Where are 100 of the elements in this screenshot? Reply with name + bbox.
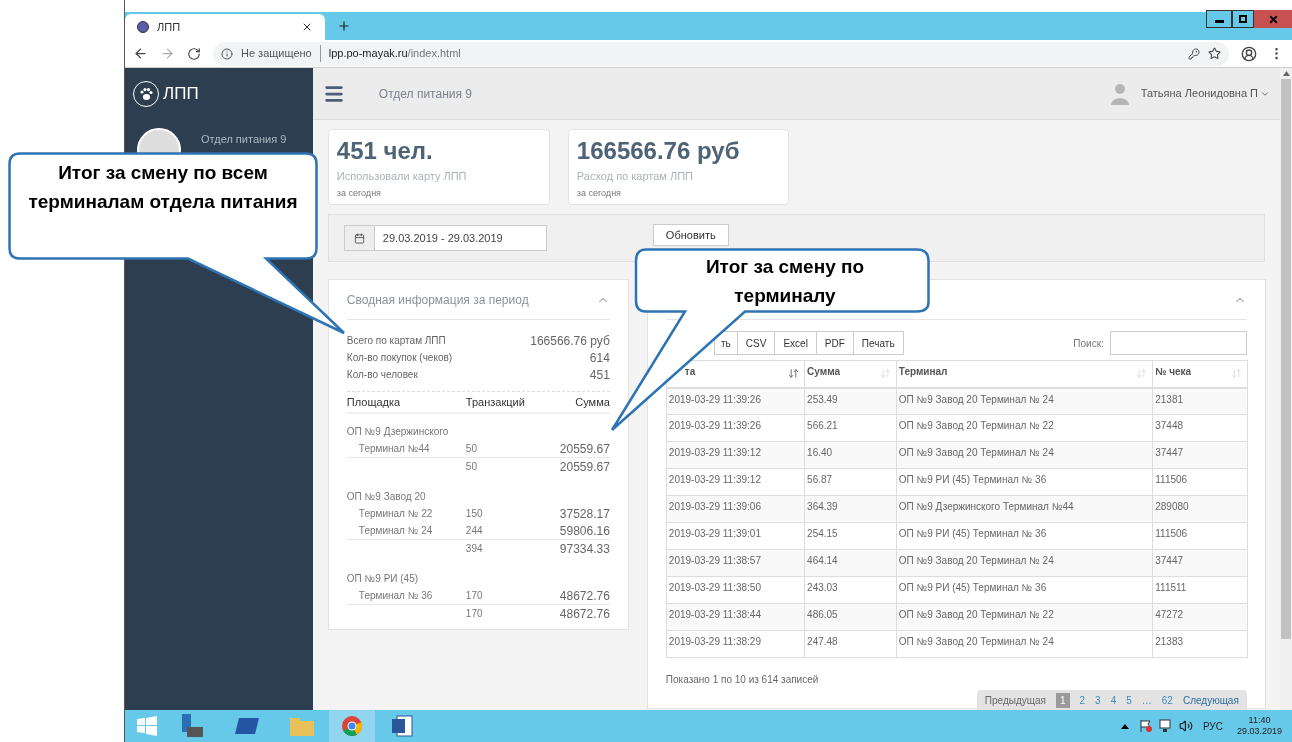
callout-text: Итог за смену по всем терминалам отдела питания (27, 161, 299, 214)
user-menu[interactable]: Татьяна Леонидовна П (1140, 85, 1270, 102)
table-cell: 111506 (1152, 522, 1248, 550)
profile-name: Отдел питания 9 (201, 132, 287, 147)
document-icon[interactable] (391, 715, 413, 737)
terminal-name: Терминал № 22 (357, 507, 434, 521)
table-cell: 37448 (1152, 414, 1248, 442)
reload-icon[interactable] (187, 46, 201, 61)
table-cell: 111506 (1152, 468, 1248, 496)
terminal-name: Терминал № 36 (357, 589, 434, 603)
group-count: 50 (465, 460, 478, 474)
flag-icon[interactable] (1138, 719, 1153, 733)
stat-value: 451 чел. (336, 136, 434, 166)
security-label: Не защищено (241, 45, 321, 62)
table-cell: 2019-03-29 11:39:12 (666, 441, 805, 469)
table-cell: 253.49 (804, 387, 897, 415)
close-icon (1267, 13, 1279, 25)
new-tab-icon[interactable] (337, 19, 351, 33)
export-button[interactable]: Печать (852, 331, 904, 355)
url-text: lpp.po-mayak.ru/index.html (328, 46, 461, 62)
table-cell: 486.05 (804, 603, 897, 631)
export-button[interactable]: PDF (815, 331, 854, 355)
total-label: Всего по картам ЛПП (346, 334, 446, 348)
transaction-count: 170 (465, 589, 484, 603)
group-sum: 48672.76 (558, 605, 610, 623)
search-label: Поиск: (1073, 336, 1104, 351)
tray-arrow-icon[interactable] (1120, 723, 1129, 729)
table-cell: 2019-03-29 11:39:06 (666, 495, 805, 523)
table-cell: 2019-03-29 11:39:26 (666, 414, 805, 442)
chrome-icon[interactable] (341, 715, 363, 737)
column-header[interactable]: Сумма (804, 360, 897, 388)
table-cell: ОП №9 Завод 20 Терминал № 24 (896, 387, 1153, 415)
info-icon (221, 47, 233, 60)
table-cell: 56.87 (804, 468, 897, 496)
refresh-button[interactable]: Обновить (652, 224, 729, 246)
clock[interactable]: 11:40 29.03.2019 (1236, 715, 1282, 737)
table-cell: ОП №9 Завод 20 Терминал № 24 (896, 549, 1153, 577)
column-header: Площадка (346, 394, 402, 410)
scroll-up-icon[interactable] (1282, 71, 1290, 76)
total-value: 451 (589, 366, 610, 384)
total-label: Кол-во покупок (чеков) (346, 351, 453, 365)
table-cell: 364.39 (804, 495, 897, 523)
previous-page-link[interactable]: Предыдущая (984, 692, 1046, 708)
table-cell: 16.40 (804, 441, 897, 469)
table-cell: 247.48 (804, 630, 897, 658)
column-header: Транзакций (465, 394, 526, 410)
total-value: 614 (589, 349, 610, 367)
column-header[interactable]: Терминал (896, 360, 1153, 388)
volume-icon[interactable] (1178, 719, 1193, 733)
transaction-count: 244 (465, 524, 484, 538)
group-count: 170 (465, 607, 484, 621)
group-sum: 97334.33 (558, 540, 610, 558)
star-icon[interactable] (1208, 47, 1221, 60)
export-button[interactable]: Excel (774, 331, 817, 355)
terminal-sum: 37528.17 (558, 505, 610, 523)
table-cell: ОП №9 РИ (45) Терминал № 36 (896, 468, 1153, 496)
export-button[interactable]: CSV (736, 331, 776, 355)
date-range-field[interactable]: 29.03.2019 - 29.03.2019 (343, 225, 547, 251)
close-window-button[interactable] (1254, 10, 1292, 28)
terminal-name: Терминал №44 (357, 442, 431, 456)
terminal-sum: 48672.76 (558, 587, 610, 605)
language-indicator[interactable]: РУС (1202, 718, 1223, 734)
address-field[interactable]: Не защищено lpp.po-mayak.ru/index.html (213, 41, 1229, 66)
next-page-link[interactable]: Следующая (1182, 692, 1239, 708)
table-cell: 21381 (1152, 387, 1248, 415)
stat-value: 166566.76 руб (576, 136, 741, 166)
restore-button[interactable] (1232, 10, 1254, 28)
table-cell: 37447 (1152, 441, 1248, 469)
transaction-count: 50 (465, 442, 478, 456)
scrollbar[interactable] (1280, 68, 1292, 710)
table-info: Показано 1 по 10 из 614 записей (665, 673, 820, 687)
account-icon[interactable] (1241, 45, 1257, 62)
group-count: 394 (465, 542, 484, 556)
browser-tab[interactable]: ЛПП (125, 14, 325, 40)
key-icon[interactable] (1188, 47, 1200, 60)
callout-text: Итог за смену по терминалу (704, 255, 866, 308)
panel-title: Сводная информация за период (346, 291, 529, 309)
group-name: ОП №9 Дзержинского (346, 425, 450, 439)
table-cell: ОП №9 РИ (45) Терминал № 36 (896, 576, 1153, 604)
minimize-button[interactable] (1206, 10, 1232, 28)
search-field[interactable] (1109, 331, 1247, 355)
globe-icon (137, 21, 149, 33)
back-icon[interactable] (133, 46, 148, 61)
stat-label: Расход по картам ЛПП (576, 169, 695, 184)
column-header[interactable]: № чека (1152, 360, 1248, 388)
tab-title: ЛПП (157, 19, 182, 35)
table-cell: ОП №9 РИ (45) Терминал № 36 (896, 522, 1153, 550)
terminal-sum: 59806.16 (558, 522, 610, 540)
table-cell: 2019-03-29 11:39:26 (666, 387, 805, 415)
table-cell: 243.03 (804, 576, 897, 604)
stat-sub: за сегодня (336, 186, 382, 200)
close-icon[interactable] (301, 21, 313, 33)
network-icon[interactable] (1158, 719, 1173, 733)
total-label: Кол-во человек (346, 368, 418, 382)
table-cell: 2019-03-29 11:39:12 (666, 468, 805, 496)
table-cell: 47272 (1152, 603, 1248, 631)
table-cell: 2019-03-29 11:38:57 (666, 549, 805, 577)
total-value: 166566.76 руб (530, 332, 610, 350)
terminal-sum: 20559.67 (558, 440, 610, 458)
table-cell: 289080 (1152, 495, 1248, 523)
